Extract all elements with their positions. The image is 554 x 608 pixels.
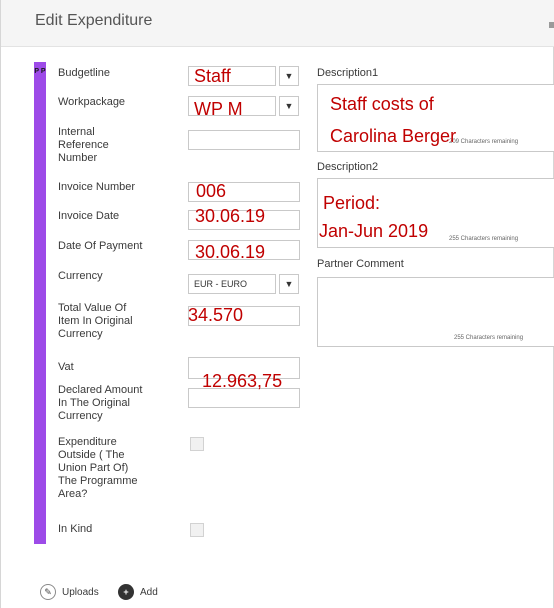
add-button[interactable]: + Add	[118, 583, 158, 601]
expenditure-outside-label: Expenditure Outside ( The Union Part Of)…	[58, 436, 138, 500]
workpackage-label: Workpackage	[58, 96, 126, 108]
description1-line2: Carolina Berger	[330, 126, 457, 146]
internal-reference-label: Internal Reference Number	[58, 126, 109, 164]
internal-reference-input[interactable]	[188, 130, 300, 150]
edit-expenditure-dialog: Edit Expenditure P P Budgetline ▼ Staff …	[0, 0, 554, 608]
chevron-down-icon[interactable]: ▼	[279, 274, 299, 294]
partner-comment-remaining: 255 Characters remaining	[454, 335, 524, 341]
workpackage-value: WP M	[194, 99, 243, 119]
close-icon[interactable]	[549, 22, 554, 28]
declared-amount-value: 12.963,75	[202, 371, 283, 391]
date-of-payment-value: 30.06.19	[195, 242, 266, 262]
declared-amount-input[interactable]	[188, 388, 300, 408]
currency-label: Currency	[58, 270, 103, 282]
budgetline-value: Staff	[194, 66, 231, 86]
dialog-title: Edit Expenditure	[35, 12, 153, 29]
declared-amount-label: Declared Amount In The Original Currency	[58, 384, 143, 422]
invoice-number-value: 006	[196, 181, 227, 201]
sidebar-label: P P	[34, 68, 46, 75]
expenditure-outside-checkbox[interactable]	[190, 437, 204, 451]
description2-label: Description2	[317, 161, 379, 173]
budgetline-label: Budgetline	[58, 67, 110, 79]
date-of-payment-label: Date Of Payment	[58, 240, 143, 252]
plus-icon: +	[118, 584, 134, 600]
sidebar-strip: P P	[34, 62, 46, 544]
invoice-date-value: 30.06.19	[195, 206, 266, 226]
description1-remaining: 209 Characters remaining	[449, 139, 519, 145]
chevron-down-icon[interactable]: ▼	[279, 66, 299, 86]
description2-line1: Period:	[323, 193, 381, 213]
description2-line2: Jan-Jun 2019	[319, 221, 429, 241]
description2-remaining: 255 Characters remaining	[449, 236, 519, 242]
chevron-down-icon[interactable]: ▼	[279, 96, 299, 116]
total-value-label: Total Value Of Item In Original Currency	[58, 302, 133, 340]
description1-line1: Staff costs of	[330, 94, 434, 114]
description1-label: Description1	[317, 67, 379, 79]
invoice-number-label: Invoice Number	[58, 181, 136, 193]
dialog-header: Edit Expenditure	[1, 0, 554, 47]
partner-comment-label: Partner Comment	[317, 258, 404, 270]
invoice-date-label: Invoice Date	[58, 210, 120, 222]
paperclip-icon: ✎	[40, 584, 56, 600]
add-button-label: Add	[140, 586, 158, 598]
uploads-button[interactable]: ✎ Uploads	[40, 583, 99, 601]
uploads-button-label: Uploads	[62, 586, 99, 598]
currency-value: EUR - EURO	[194, 279, 248, 289]
vat-label: Vat	[58, 361, 74, 373]
in-kind-label: In Kind	[58, 523, 93, 535]
total-value-value: 34.570	[188, 305, 244, 325]
in-kind-checkbox[interactable]	[190, 523, 204, 537]
